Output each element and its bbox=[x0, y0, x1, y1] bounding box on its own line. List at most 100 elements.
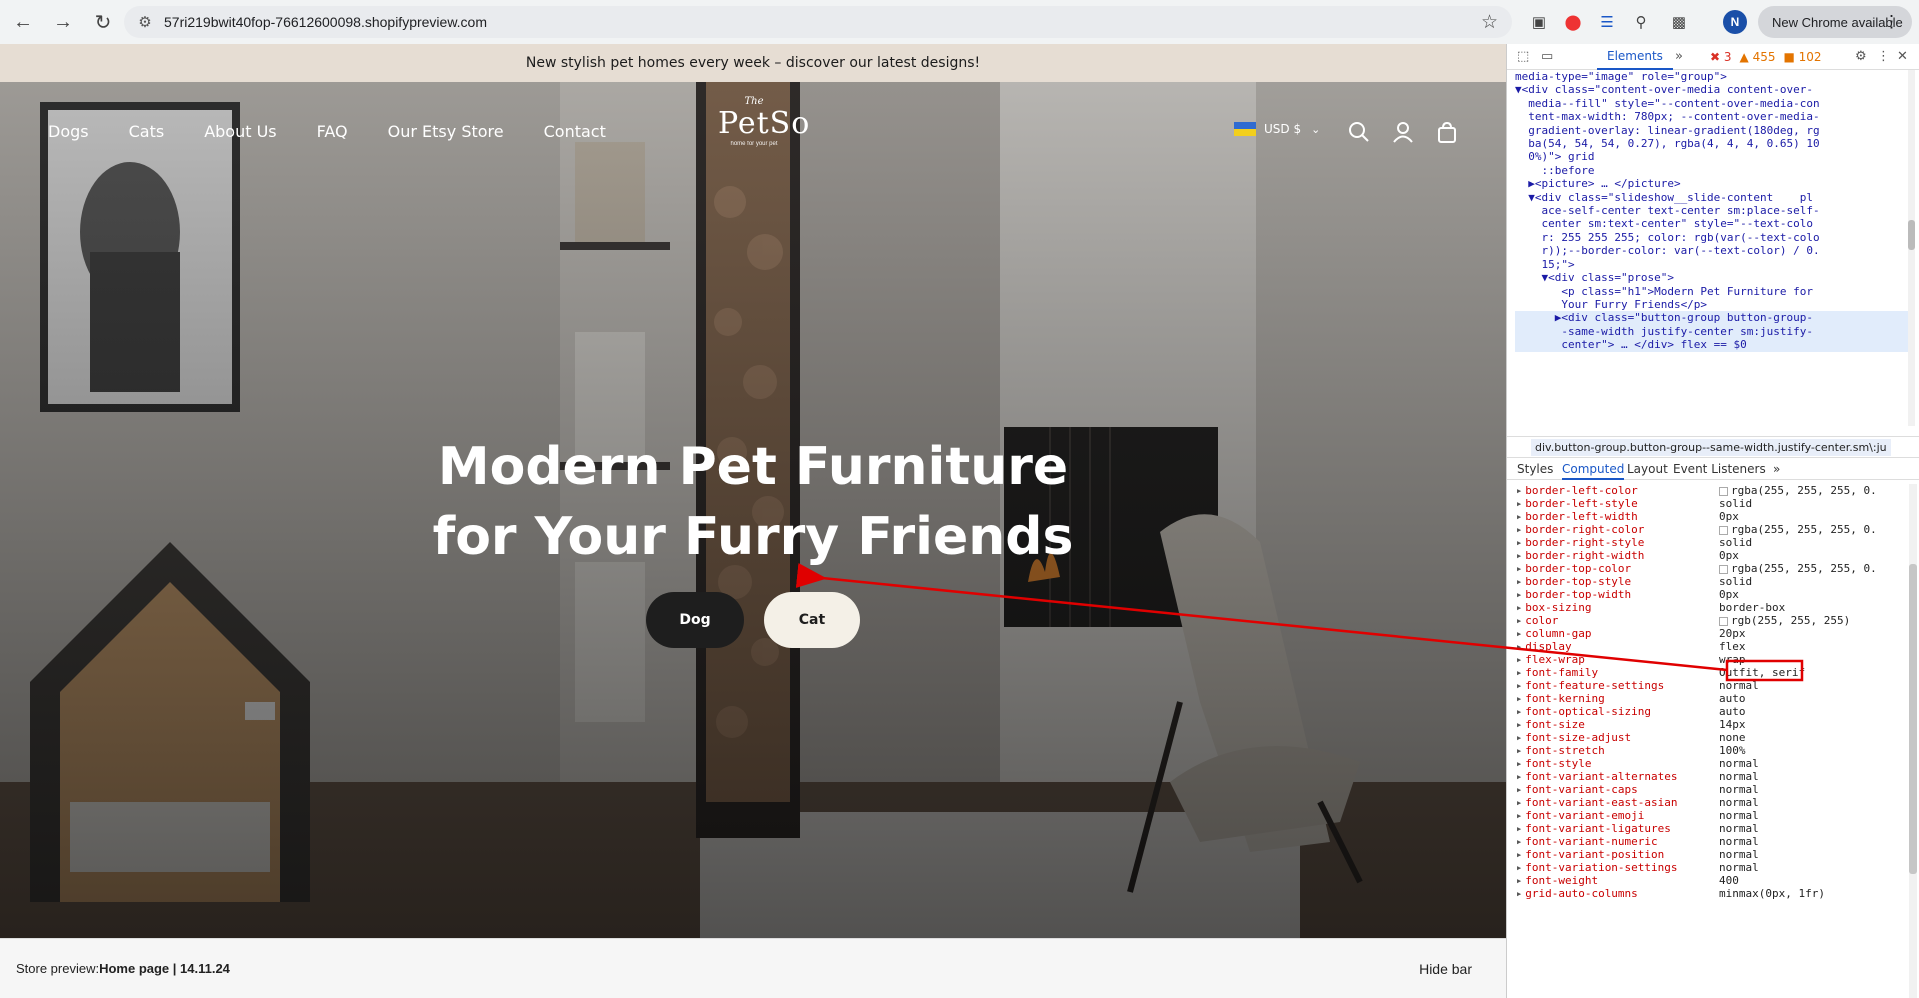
computed-property-row[interactable]: font-feature-settingsnormal bbox=[1507, 679, 1912, 692]
dom-tree-line[interactable]: r));--border-color: var(--text-color) / … bbox=[1515, 244, 1912, 257]
store-logo[interactable]: The PetSo home for your pet bbox=[718, 96, 809, 168]
bookmark-star-icon[interactable]: ☆ bbox=[1481, 11, 1498, 34]
computed-property-row[interactable]: font-weight400 bbox=[1507, 874, 1912, 887]
dom-tree-line[interactable]: ▼<div class="prose"> bbox=[1515, 271, 1912, 284]
dom-tree-line[interactable]: <p class="h1">Modern Pet Furniture for bbox=[1515, 285, 1912, 298]
computed-property-row[interactable]: font-variant-alternatesnormal bbox=[1507, 770, 1912, 783]
computed-property-row[interactable]: font-stylenormal bbox=[1507, 757, 1912, 770]
dom-tree-line[interactable]: 15;"> bbox=[1515, 258, 1912, 271]
computed-property-row[interactable]: box-sizingborder-box bbox=[1507, 601, 1912, 614]
computed-property-row[interactable]: border-top-width0px bbox=[1507, 588, 1912, 601]
dom-tree-line[interactable]: -same-width justify-center sm:justify- bbox=[1515, 324, 1912, 339]
computed-property-row[interactable]: border-right-stylesolid bbox=[1507, 536, 1912, 549]
close-icon[interactable]: ✕ bbox=[1897, 49, 1908, 64]
menu-item-dogs[interactable]: Dogs bbox=[48, 122, 89, 141]
dom-tree-line[interactable]: ::before bbox=[1515, 164, 1912, 177]
computed-property-row[interactable]: font-variant-east-asiannormal bbox=[1507, 796, 1912, 809]
profile-avatar[interactable]: N bbox=[1723, 10, 1747, 34]
computed-property-row[interactable]: font-size14px bbox=[1507, 718, 1912, 731]
color-swatch-icon[interactable] bbox=[1719, 525, 1728, 535]
computed-property-row[interactable]: font-variation-settingsnormal bbox=[1507, 861, 1912, 874]
tab-layout[interactable]: Layout bbox=[1627, 462, 1668, 476]
menu-item-cats[interactable]: Cats bbox=[129, 122, 165, 141]
computed-property-row[interactable]: color rgb(255, 255, 255) bbox=[1507, 614, 1912, 627]
more-subtabs-icon[interactable]: » bbox=[1773, 462, 1780, 476]
menu-item-about-us[interactable]: About Us bbox=[204, 122, 276, 141]
computed-property-row[interactable]: grid-auto-columnsminmax(0px, 1fr) bbox=[1507, 887, 1912, 900]
dom-tree-line[interactable]: 0%)"> grid bbox=[1515, 150, 1912, 163]
menu-item-contact[interactable]: Contact bbox=[544, 122, 606, 141]
search-icon[interactable] bbox=[1346, 119, 1372, 145]
computed-property-row[interactable]: border-left-stylesolid bbox=[1507, 497, 1912, 510]
dom-tree-line[interactable]: ▶<div class="button-group button-group- bbox=[1515, 311, 1912, 325]
chrome-menu-icon[interactable]: ⋮ bbox=[1883, 12, 1900, 32]
computed-property-row[interactable]: font-variant-positionnormal bbox=[1507, 848, 1912, 861]
account-icon[interactable] bbox=[1390, 119, 1416, 145]
computed-property-row[interactable]: border-right-width0px bbox=[1507, 549, 1912, 562]
adblock-extension-icon[interactable]: ⬤ bbox=[1560, 9, 1586, 35]
devtools-menu-icon[interactable]: ⋮ bbox=[1877, 49, 1890, 64]
dom-tree-line[interactable]: ▼<div class="content-over-media content-… bbox=[1515, 83, 1912, 96]
computed-property-row[interactable]: column-gap20px bbox=[1507, 627, 1912, 640]
dom-tree-line[interactable]: gradient-overlay: linear-gradient(180deg… bbox=[1515, 124, 1912, 137]
dom-tree-line[interactable]: r: 255 255 255; color: rgb(var(--text-co… bbox=[1515, 231, 1912, 244]
device-toolbar-icon[interactable]: ▭ bbox=[1541, 49, 1553, 64]
hide-bar-link[interactable]: Hide bar bbox=[1419, 961, 1472, 977]
computed-property-row[interactable]: font-variant-numericnormal bbox=[1507, 835, 1912, 848]
settings-gear-icon[interactable]: ⚙ bbox=[1855, 49, 1867, 64]
computed-property-row[interactable]: border-left-width0px bbox=[1507, 510, 1912, 523]
dom-tree[interactable]: media-type="image" role="group"> ▼<div cl… bbox=[1507, 70, 1912, 426]
dom-tree-line[interactable]: ace-self-center text-center sm:place-sel… bbox=[1515, 204, 1912, 217]
currency-selector[interactable]: USD $ ⌄ bbox=[1234, 122, 1320, 136]
dom-tree-line[interactable]: ba(54, 54, 54, 0.27), rgba(4, 4, 4, 0.65… bbox=[1515, 137, 1912, 150]
menu-item-etsy-store[interactable]: Our Etsy Store bbox=[388, 122, 504, 141]
list-extension-icon[interactable]: ☰ bbox=[1594, 9, 1620, 35]
computed-property-row[interactable]: font-optical-sizingauto bbox=[1507, 705, 1912, 718]
address-bar[interactable]: ⚙ 57ri219bwit40fop-76612600098.shopifypr… bbox=[124, 6, 1512, 38]
devtools-counts[interactable]: ✖ 3 ▲ 455 ■ 102 bbox=[1710, 50, 1822, 64]
computed-property-row[interactable]: border-top-color rgba(255, 255, 255, 0. bbox=[1507, 562, 1912, 575]
location-extension-icon[interactable]: ⚲ bbox=[1628, 9, 1654, 35]
computed-property-row[interactable]: font-variant-emojinormal bbox=[1507, 809, 1912, 822]
computed-property-row[interactable]: displayflex bbox=[1507, 640, 1912, 653]
dom-tree-line[interactable]: center"> … </div> flex == $0 bbox=[1515, 338, 1912, 352]
element-breadcrumb[interactable]: div.button-group.button-group--same-widt… bbox=[1507, 436, 1919, 458]
tab-elements[interactable]: Elements bbox=[1597, 44, 1673, 70]
site-info-icon[interactable]: ⚙ bbox=[130, 7, 160, 37]
more-tabs-icon[interactable]: » bbox=[1675, 49, 1683, 64]
dom-tree-line[interactable]: media-type="image" role="group"> bbox=[1515, 70, 1912, 83]
extension-icon[interactable]: ▣ bbox=[1526, 9, 1552, 35]
computed-scrollbar[interactable] bbox=[1909, 484, 1917, 998]
computed-property-row[interactable]: font-kerningauto bbox=[1507, 692, 1912, 705]
computed-property-row[interactable]: font-variant-ligaturesnormal bbox=[1507, 822, 1912, 835]
url-text[interactable]: 57ri219bwit40fop-76612600098.shopifyprev… bbox=[164, 14, 487, 30]
forward-icon[interactable]: → bbox=[46, 5, 80, 39]
dom-tree-line[interactable]: center sm:text-center" style="--text-col… bbox=[1515, 217, 1912, 230]
tab-styles[interactable]: Styles bbox=[1517, 462, 1553, 476]
new-chrome-available-button[interactable]: New Chrome available ⋮ bbox=[1758, 6, 1912, 38]
computed-property-row[interactable]: border-right-color rgba(255, 255, 255, 0. bbox=[1507, 523, 1912, 536]
tab-computed[interactable]: Computed bbox=[1562, 462, 1625, 480]
cat-button[interactable]: Cat bbox=[764, 592, 860, 648]
reload-icon[interactable]: ↻ bbox=[86, 5, 120, 39]
dog-button[interactable]: Dog bbox=[646, 592, 744, 648]
color-swatch-icon[interactable] bbox=[1719, 564, 1728, 574]
computed-property-row[interactable]: flex-wrapwrap bbox=[1507, 653, 1912, 666]
computed-property-row[interactable]: border-top-stylesolid bbox=[1507, 575, 1912, 588]
menu-item-faq[interactable]: FAQ bbox=[317, 122, 348, 141]
color-swatch-icon[interactable] bbox=[1719, 616, 1728, 626]
back-icon[interactable]: ← bbox=[6, 5, 40, 39]
computed-property-row[interactable]: font-familyOutfit, serif bbox=[1507, 666, 1912, 679]
breadcrumb-selected[interactable]: div.button-group.button-group--same-widt… bbox=[1531, 438, 1891, 456]
computed-property-row[interactable]: border-left-color rgba(255, 255, 255, 0. bbox=[1507, 484, 1912, 497]
cart-bag-icon[interactable] bbox=[1434, 119, 1460, 145]
dom-tree-line[interactable]: ▼<div class="slideshow__slide-content pl bbox=[1515, 191, 1912, 204]
inspect-element-icon[interactable]: ⬚ bbox=[1517, 49, 1529, 64]
extensions-puzzle-icon[interactable]: ▩ bbox=[1666, 9, 1692, 35]
computed-property-row[interactable]: font-size-adjustnone bbox=[1507, 731, 1912, 744]
dom-tree-line[interactable]: tent-max-width: 780px; --content-over-me… bbox=[1515, 110, 1912, 123]
dom-tree-line[interactable]: Your Furry Friends</p> bbox=[1515, 298, 1912, 311]
dom-tree-line[interactable]: ▶<picture> … </picture> bbox=[1515, 177, 1912, 190]
dom-tree-line[interactable]: media--fill" style="--content-over-media… bbox=[1515, 97, 1912, 110]
color-swatch-icon[interactable] bbox=[1719, 486, 1728, 496]
